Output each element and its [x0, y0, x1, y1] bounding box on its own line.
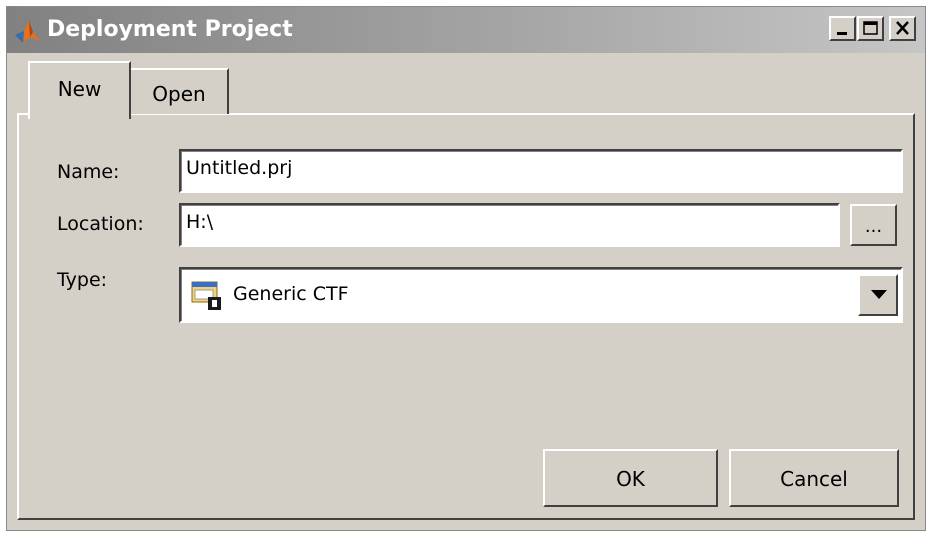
- title-bar[interactable]: Deployment Project: [7, 7, 925, 53]
- tab-open-label: Open: [152, 82, 206, 106]
- minimize-icon: [837, 32, 847, 35]
- maximize-button[interactable]: [857, 16, 884, 41]
- tab-open[interactable]: Open: [131, 68, 229, 114]
- deployment-project-dialog: Deployment Project New Open Name: Untitl…: [6, 6, 926, 531]
- minimize-button[interactable]: [829, 16, 856, 41]
- maximize-icon: [863, 21, 878, 35]
- close-icon: [896, 21, 909, 35]
- tab-new[interactable]: New: [28, 61, 131, 119]
- close-button[interactable]: [889, 16, 916, 41]
- tab-panel: [17, 113, 915, 520]
- window-title: Deployment Project: [47, 17, 293, 42]
- tab-new-label: New: [57, 77, 102, 101]
- matlab-logo-icon: [15, 21, 40, 43]
